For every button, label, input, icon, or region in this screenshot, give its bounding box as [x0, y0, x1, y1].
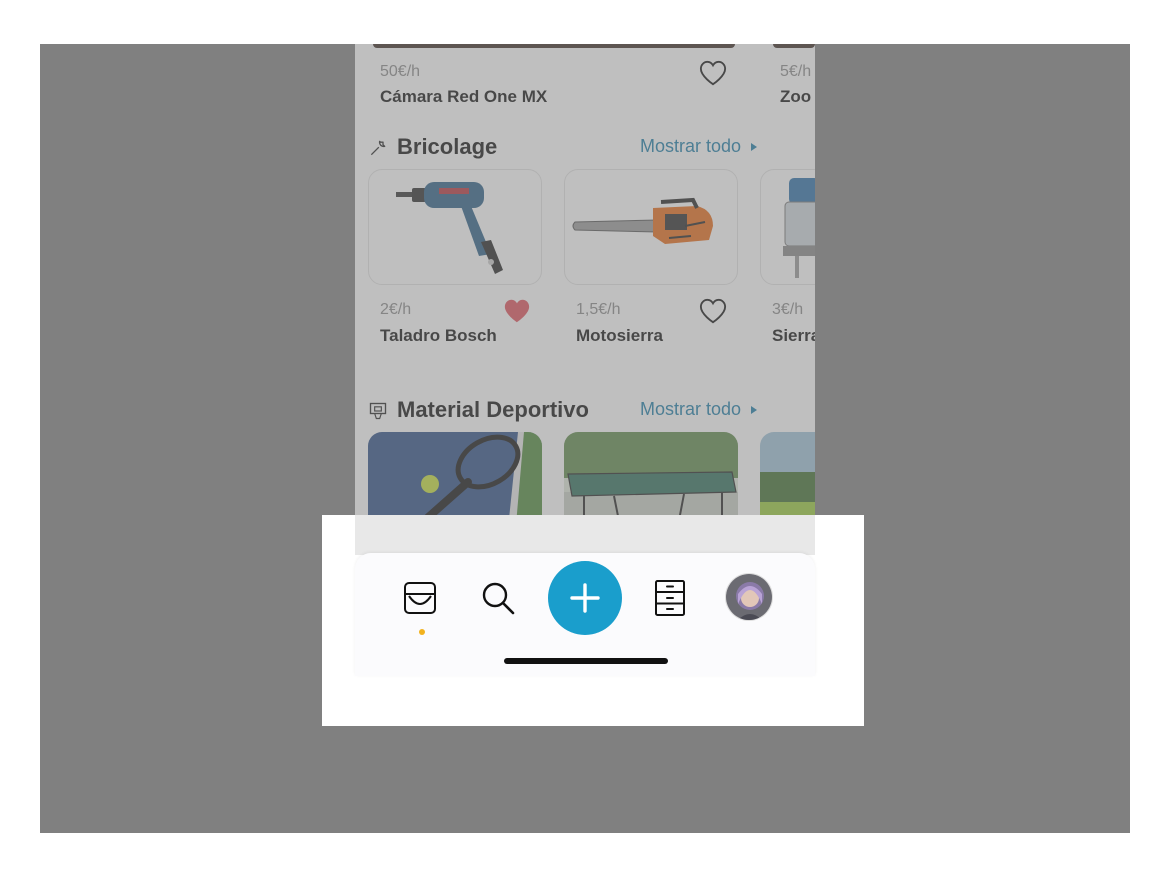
- drawers-icon: [655, 580, 685, 616]
- plus-icon: [570, 583, 600, 613]
- avatar-image: [726, 574, 772, 620]
- add-button[interactable]: [548, 561, 622, 635]
- tab-search[interactable]: [479, 579, 517, 617]
- tab-home[interactable]: [401, 579, 439, 617]
- active-tab-dot: [419, 629, 425, 635]
- search-icon: [482, 582, 515, 615]
- inbox-icon: [404, 582, 436, 614]
- dim-overlay: [355, 44, 815, 515]
- profile-avatar[interactable]: [725, 573, 773, 621]
- home-indicator: [504, 658, 668, 664]
- tab-bar: [355, 553, 815, 676]
- tab-inventory[interactable]: [651, 579, 689, 617]
- dim-overlay-lower: [355, 515, 815, 555]
